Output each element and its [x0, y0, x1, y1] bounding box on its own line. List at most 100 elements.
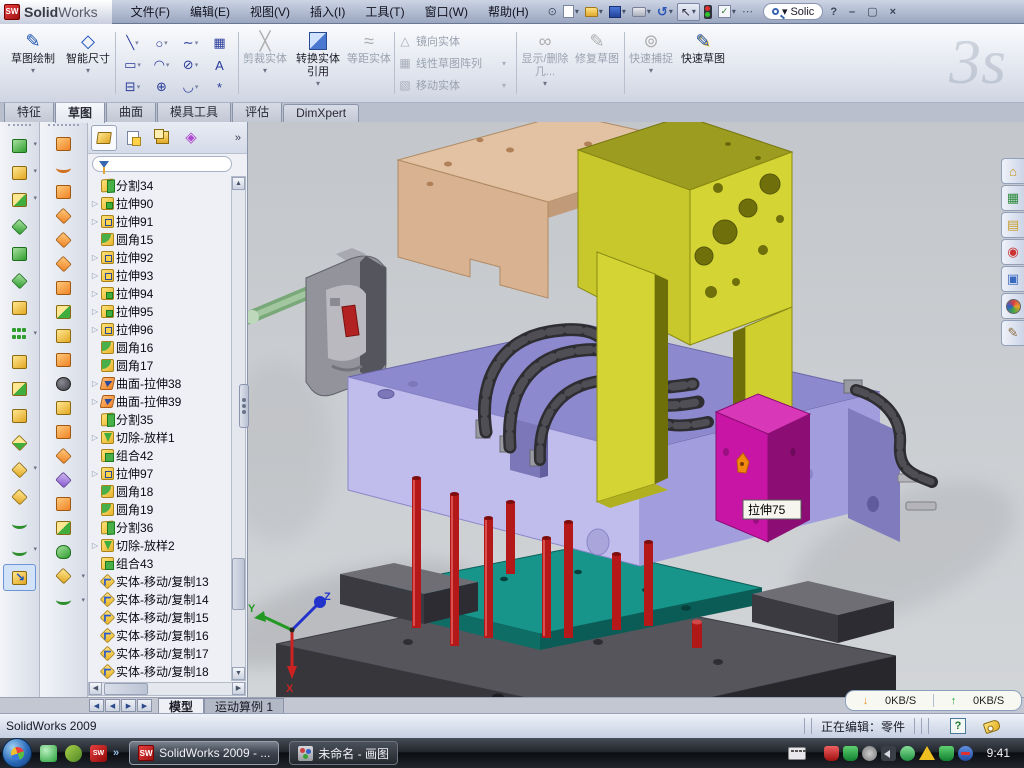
reference-geometry-button[interactable]	[0, 456, 39, 483]
save-button[interactable]: ▾	[607, 3, 628, 21]
tree-item[interactable]: 组合43	[90, 554, 230, 572]
offset-surface-button[interactable]	[40, 252, 87, 276]
motion-study-tab[interactable]: 运动算例 1	[204, 698, 284, 713]
tree-item[interactable]: 分割36	[90, 518, 230, 536]
feature-manager-tab[interactable]	[91, 125, 117, 151]
split-tool-button[interactable]	[0, 375, 39, 402]
tree-item[interactable]: ▷拉伸92	[90, 248, 230, 266]
configuration-manager-tab[interactable]	[149, 125, 175, 151]
panel-overflow-icon[interactable]: »	[235, 132, 244, 144]
options-button[interactable]: ✓▾	[716, 3, 738, 21]
ellipse-tool-button[interactable]: ⊘▾	[176, 54, 205, 76]
centerline-tool-button[interactable]	[0, 510, 39, 537]
extruded-boss-tool-button[interactable]	[0, 132, 39, 159]
tab-features[interactable]: 特征	[4, 101, 54, 122]
linear-sketch-pattern-button[interactable]: ▦线性草图阵列▾	[398, 52, 502, 74]
property-manager-tab[interactable]	[120, 125, 146, 151]
search-input[interactable]: ▾ Solic	[763, 3, 823, 20]
pattern-fill-tool-button[interactable]: ▦	[205, 32, 234, 54]
taskbar-clock[interactable]: 9:41	[987, 746, 1018, 760]
tree-item[interactable]: 实体-移动/复制17	[90, 644, 230, 662]
quick-tips-button[interactable]: ?	[950, 718, 966, 734]
stop-pin[interactable]	[692, 620, 702, 649]
parting-surface-button[interactable]	[40, 420, 87, 444]
tree-item[interactable]: 实体-移动/复制13	[90, 572, 230, 590]
circle-tool-button[interactable]: ○▾	[147, 32, 176, 54]
design-library-button[interactable]: ▦	[1001, 185, 1024, 211]
tree-item[interactable]: ▷曲面-拉伸39	[90, 392, 230, 410]
undo-button[interactable]: ↺▾	[655, 3, 675, 21]
pin-icon[interactable]: ⊙	[546, 3, 559, 21]
menu-help[interactable]: 帮助(H)	[479, 1, 538, 22]
tray-sync-icon[interactable]	[958, 746, 973, 761]
intersect-tool-button[interactable]	[0, 402, 39, 429]
tree-item[interactable]: ▷拉伸96	[90, 320, 230, 338]
quick-launch-app-icon[interactable]	[65, 745, 82, 762]
point-tool-button[interactable]: *	[205, 76, 234, 98]
expand-icon[interactable]: ▷	[90, 469, 100, 478]
last-tab-button[interactable]: ▶	[137, 699, 152, 712]
scroll-left-button[interactable]: ◀	[89, 682, 102, 695]
app-minimize-button[interactable]: –	[844, 6, 860, 18]
tray-update-icon[interactable]	[862, 746, 877, 761]
tree-item[interactable]: ▷拉伸94	[90, 284, 230, 302]
quick-snaps-button[interactable]: ⊚ 快速捕捉 ▾	[627, 27, 675, 99]
expand-icon[interactable]: ▷	[90, 289, 100, 298]
swept-surface-button[interactable]	[40, 132, 87, 156]
ruled-surface-button[interactable]	[40, 300, 87, 324]
delete-face-button[interactable]	[40, 372, 87, 396]
tray-volume-icon[interactable]	[881, 746, 896, 761]
expand-icon[interactable]: ▷	[90, 253, 100, 262]
expand-icon[interactable]: ▷	[90, 271, 100, 280]
convert-entities-button[interactable]: 转换实体引用 ▾	[291, 27, 345, 99]
expand-icon[interactable]: ▷	[90, 307, 100, 316]
freeform-surface-button[interactable]	[40, 228, 87, 252]
lofted-surface-button[interactable]	[40, 156, 87, 180]
prev-tab-button[interactable]: ◀	[105, 699, 120, 712]
instant3d-button-pressed[interactable]	[3, 564, 36, 591]
select-tool-button[interactable]: ↖▾	[677, 3, 700, 21]
tree-item[interactable]: ▷拉伸90	[90, 194, 230, 212]
tree-item[interactable]: 圆角17	[90, 356, 230, 374]
polygon-tool-button[interactable]: ⊕	[147, 76, 176, 98]
next-tab-button[interactable]: ▶	[121, 699, 136, 712]
combine-tool-button[interactable]	[0, 348, 39, 375]
open-button[interactable]: ▾	[583, 3, 605, 21]
tree-item[interactable]: ▷切除-放样1	[90, 428, 230, 446]
untrim-surface-button[interactable]	[40, 468, 87, 492]
quick-launch-more-icon[interactable]: »	[113, 747, 119, 759]
file-explorer-button[interactable]: ▤	[1001, 212, 1024, 238]
tree-item[interactable]: 分割34	[90, 176, 230, 194]
repair-sketch-button[interactable]: ✎ 修复草图	[573, 27, 621, 99]
panel-splitter-handle[interactable]	[239, 384, 249, 428]
replace-face-button[interactable]	[40, 396, 87, 420]
expand-icon[interactable]: ▷	[90, 541, 100, 550]
boundary-surface-button[interactable]	[40, 180, 87, 204]
move-body-tool-button[interactable]	[0, 429, 39, 456]
tree-item[interactable]: 实体-移动/复制14	[90, 590, 230, 608]
tree-filter-input[interactable]	[92, 156, 232, 172]
tree-item[interactable]: ▷拉伸93	[90, 266, 230, 284]
tray-warning-icon[interactable]	[919, 746, 935, 760]
shell-tool-button[interactable]	[0, 240, 39, 267]
knit-surface-button[interactable]	[40, 324, 87, 348]
tab-evaluate[interactable]: 评估	[232, 101, 282, 122]
tab-sketch[interactable]: 草图	[55, 101, 105, 123]
tree-item[interactable]: 组合42	[90, 446, 230, 464]
tree-item[interactable]: 实体-移动/复制18	[90, 662, 230, 680]
draft-tool-button[interactable]	[0, 213, 39, 240]
tab-mold-tools[interactable]: 模具工具	[157, 101, 231, 122]
start-button[interactable]	[2, 738, 32, 768]
tree-item[interactable]: 实体-移动/复制15	[90, 608, 230, 626]
tab-dimxpert[interactable]: DimXpert	[283, 104, 359, 122]
arc-tool-button[interactable]: ◠▾	[147, 54, 176, 76]
toolbar-grip[interactable]	[48, 124, 79, 130]
vertical-scroll-thumb[interactable]	[232, 558, 245, 610]
menu-insert[interactable]: 插入(I)	[301, 1, 354, 22]
input-method-keyboard-icon[interactable]	[788, 747, 806, 760]
tree-item[interactable]: 分割35	[90, 410, 230, 428]
tree-item[interactable]: ▷曲面-拉伸38	[90, 374, 230, 392]
print-button[interactable]: ▾	[630, 3, 653, 21]
tree-item[interactable]: ▷拉伸95	[90, 302, 230, 320]
horizontal-scroll-thumb[interactable]	[104, 683, 148, 695]
